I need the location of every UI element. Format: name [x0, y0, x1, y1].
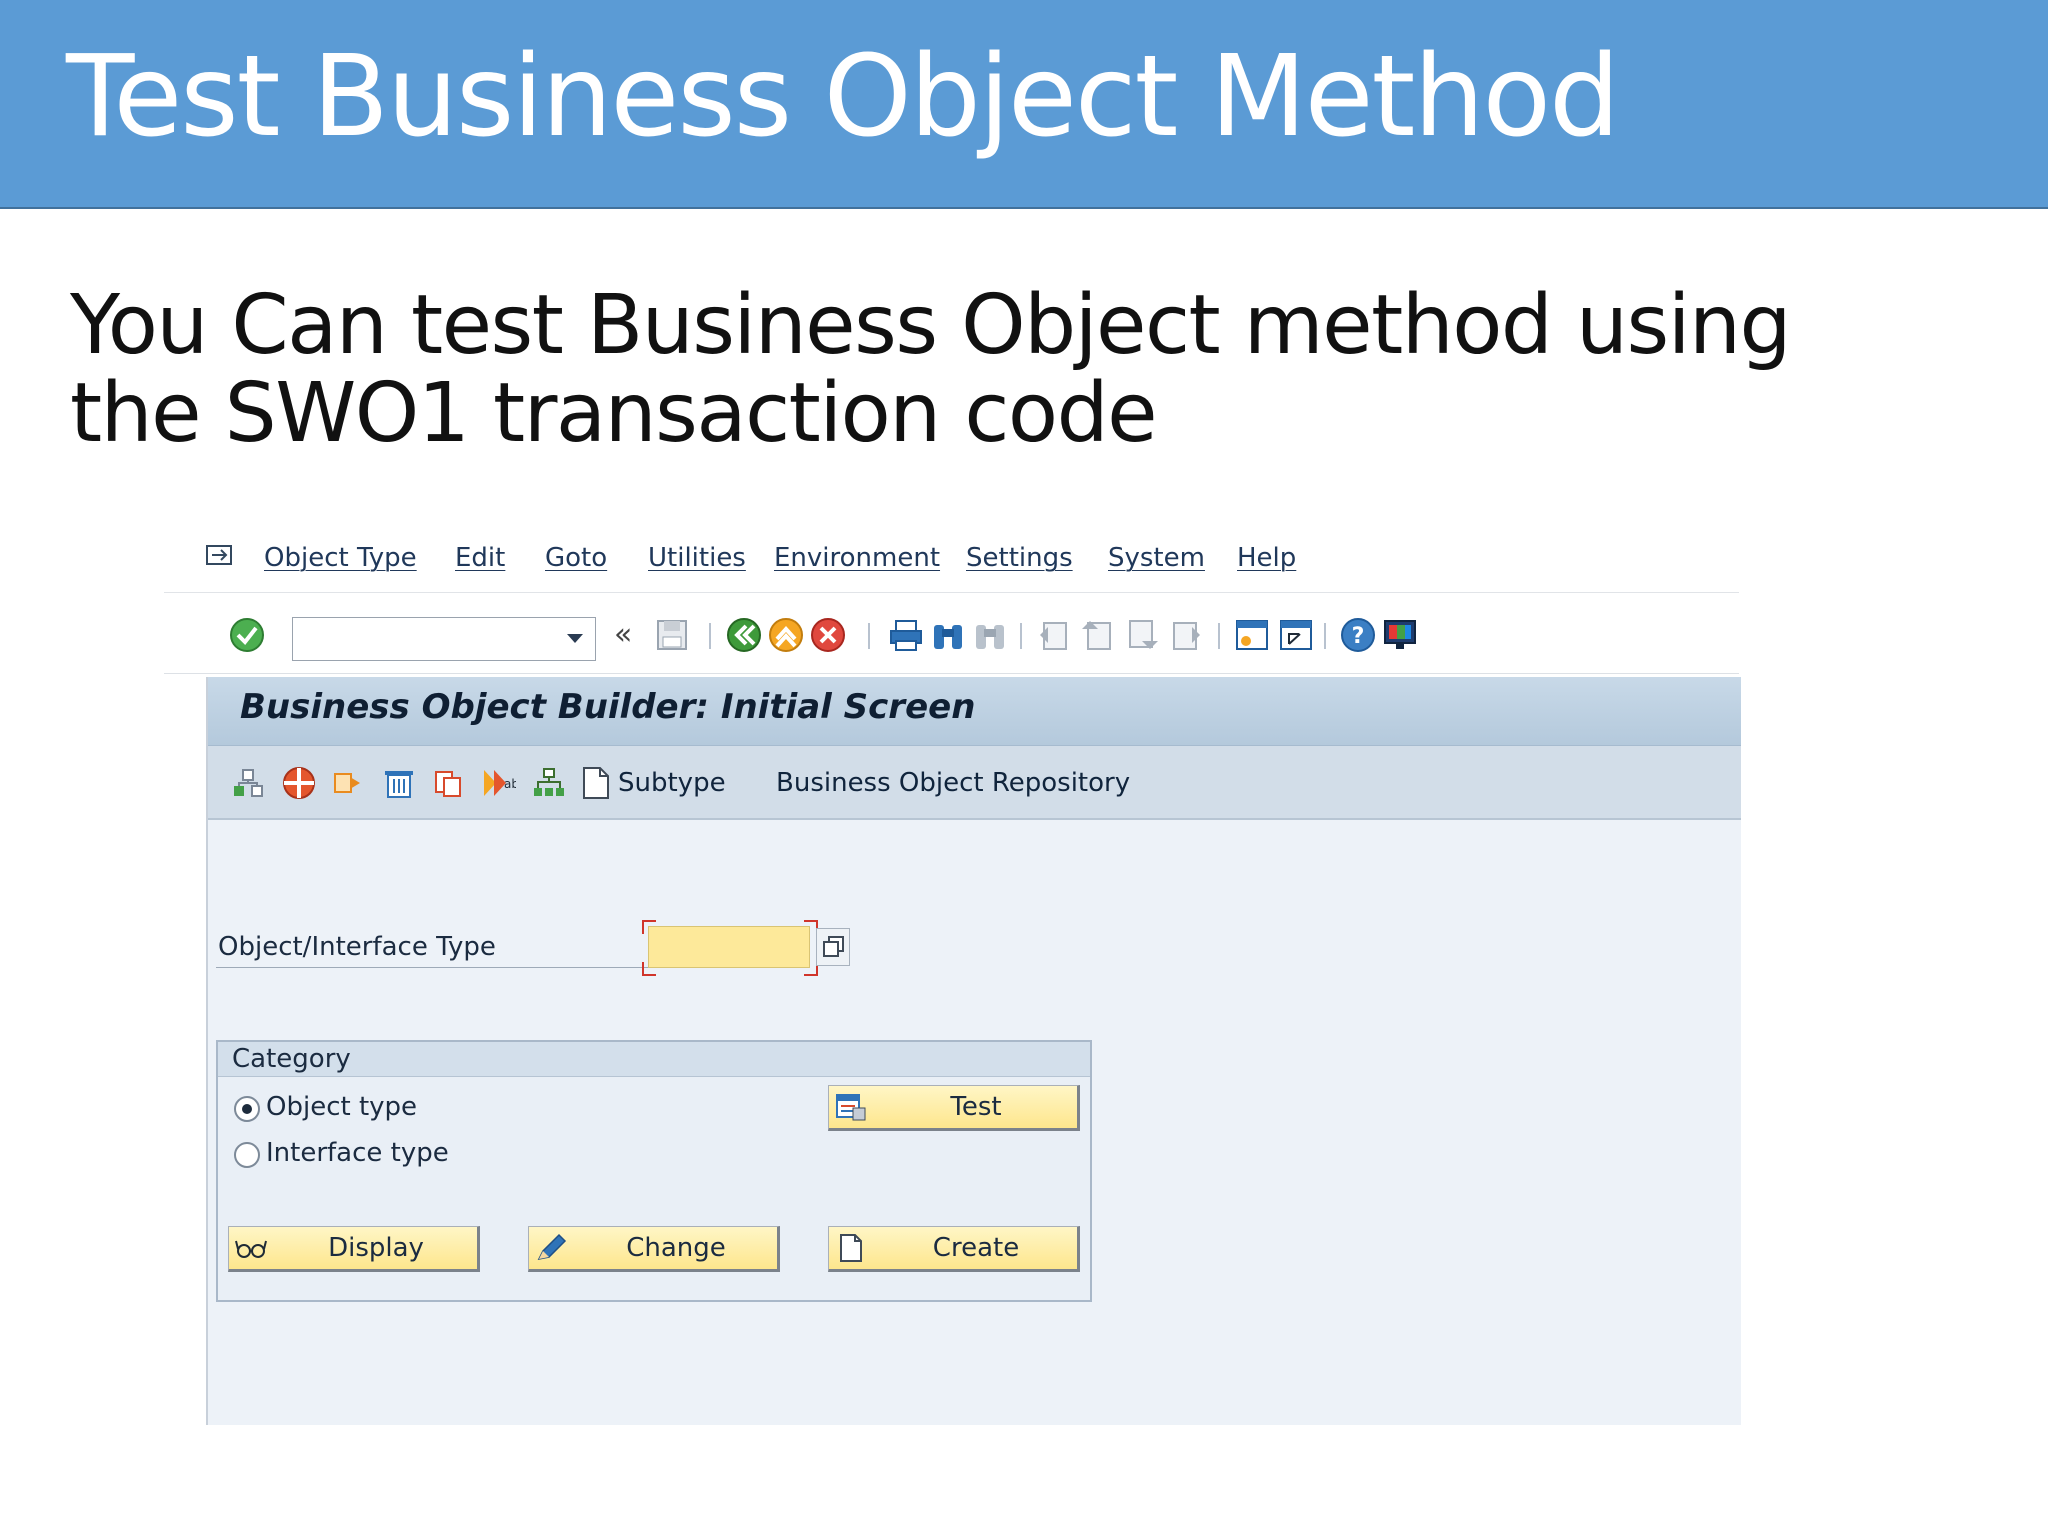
menu-item-settings[interactable]: Settings — [966, 543, 1073, 573]
change-button[interactable]: Change — [528, 1226, 780, 1272]
svg-text:ab: ab — [504, 777, 516, 791]
delete-icon[interactable] — [382, 766, 416, 800]
menu-item-system[interactable]: System — [1108, 543, 1205, 573]
radio-object-type[interactable] — [234, 1096, 260, 1122]
svg-text:?: ? — [1352, 624, 1365, 649]
object-interface-type-label: Object/Interface Type — [218, 932, 496, 962]
sap-window: Object Type Edit Goto Utilities Environm… — [164, 517, 1741, 1425]
business-object-repository-button[interactable]: Business Object Repository — [776, 768, 1130, 798]
save-icon[interactable] — [654, 617, 690, 653]
first-page-icon[interactable] — [1036, 617, 1072, 653]
category-title: Category — [232, 1044, 351, 1074]
test-button-label: Test — [950, 1092, 1002, 1122]
enter-icon[interactable] — [229, 617, 265, 653]
application-toolbar: ab Subtype Business Object Repository — [208, 746, 1741, 820]
shortcut-icon[interactable] — [1278, 617, 1314, 653]
menu-bar: Object Type Edit Goto Utilities Environm… — [164, 517, 1739, 593]
object-interface-type-input[interactable] — [648, 926, 810, 968]
test-button[interactable]: Test — [828, 1085, 1080, 1131]
generate-icon[interactable] — [282, 766, 316, 800]
slide-title: Test Business Object Method — [66, 32, 1620, 162]
layout-icon[interactable] — [1382, 617, 1418, 653]
required-field-marker — [642, 920, 656, 934]
radio-interface-type-label[interactable]: Interface type — [266, 1138, 449, 1168]
subtype-button[interactable]: Subtype — [618, 768, 726, 798]
rename-icon[interactable]: ab — [482, 766, 516, 800]
help-icon[interactable]: ? — [1340, 617, 1376, 653]
menu-item-help[interactable]: Help — [1237, 543, 1296, 573]
toolbar-separator — [1218, 623, 1220, 649]
previous-page-icon[interactable] — [1080, 617, 1116, 653]
find-next-icon[interactable] — [972, 617, 1008, 653]
display-button-label: Display — [328, 1233, 424, 1263]
menu-item-utilities[interactable]: Utilities — [648, 543, 746, 573]
new-session-icon[interactable] — [1234, 617, 1270, 653]
slide-subtitle: You Can test Business Object method usin… — [70, 278, 1792, 461]
screen-title-bar: Business Object Builder: Initial Screen — [208, 677, 1741, 746]
toolbar-separator — [709, 623, 711, 649]
redefine-icon[interactable] — [332, 766, 366, 800]
screen-title: Business Object Builder: Initial Screen — [240, 687, 976, 727]
screen-content: Business Object Builder: Initial Screen — [206, 677, 1741, 1425]
test-icon — [836, 1094, 866, 1121]
category-group: Category Object type Interface type Test — [216, 1040, 1092, 1302]
create-button-label: Create — [932, 1233, 1020, 1263]
exit-icon[interactable] — [768, 617, 804, 653]
next-page-icon[interactable] — [1124, 617, 1160, 653]
glasses-icon — [235, 1240, 267, 1258]
create-button[interactable]: Create — [828, 1226, 1080, 1272]
display-button[interactable]: Display — [228, 1226, 480, 1272]
standard-toolbar: « ? — [164, 593, 1739, 674]
find-icon[interactable] — [930, 617, 966, 653]
pencil-icon — [537, 1233, 567, 1261]
print-icon[interactable] — [888, 617, 924, 653]
menu-item-environment[interactable]: Environment — [774, 543, 940, 573]
subtype-document-icon[interactable] — [578, 766, 612, 800]
toolbar-separator — [1020, 623, 1022, 649]
new-document-icon — [840, 1234, 862, 1262]
category-header: Category — [218, 1042, 1090, 1077]
command-field[interactable] — [292, 617, 596, 661]
menu-item-object-type[interactable]: Object Type — [264, 543, 417, 573]
hierarchy-icon[interactable] — [232, 766, 266, 800]
menu-item-goto[interactable]: Goto — [545, 543, 607, 573]
copy-icon[interactable] — [432, 766, 466, 800]
slide-header: Test Business Object Method — [0, 0, 2048, 209]
menu-enter-icon[interactable] — [206, 545, 232, 565]
field-label-underline — [216, 967, 650, 968]
back-icon[interactable] — [726, 617, 762, 653]
collapse-icon[interactable]: « — [614, 617, 632, 652]
required-field-marker — [642, 962, 656, 976]
last-page-icon[interactable] — [1168, 617, 1204, 653]
menu-item-edit[interactable]: Edit — [455, 543, 505, 573]
radio-object-type-label[interactable]: Object type — [266, 1092, 417, 1122]
chevron-down-icon[interactable] — [567, 634, 583, 643]
toolbar-separator — [1324, 623, 1326, 649]
toolbar-separator — [868, 623, 870, 649]
cancel-icon[interactable] — [810, 617, 846, 653]
value-help-button[interactable] — [816, 928, 850, 966]
change-button-label: Change — [626, 1233, 726, 1263]
value-help-icon — [823, 936, 844, 957]
radio-interface-type[interactable] — [234, 1142, 260, 1168]
structure-icon[interactable] — [532, 766, 566, 800]
